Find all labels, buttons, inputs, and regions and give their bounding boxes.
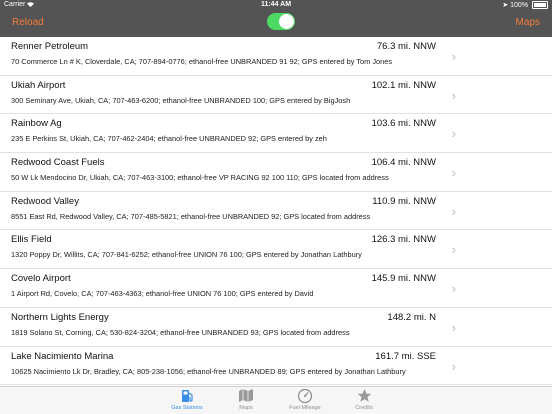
station-distance: 76.3 mi. NNW	[376, 41, 436, 52]
station-row[interactable]: Northern Lights Energy 148.2 mi. N 1819 …	[0, 308, 552, 347]
status-right: ➤ 100%	[502, 1, 548, 10]
station-name: Ellis Field	[11, 234, 52, 246]
location-arrow-icon: ➤	[502, 2, 509, 9]
station-detail: 1819 Solano St, Corning, CA; 530-824-320…	[11, 327, 350, 337]
station-row[interactable]: Renner Petroleum 76.3 mi. NNW 70 Commerc…	[0, 37, 552, 76]
toggle-knob	[279, 14, 294, 29]
tab-credits[interactable]: Credits	[329, 388, 399, 411]
station-row[interactable]: Lake Nacimiento Marina 161.7 mi. SSE 106…	[0, 347, 552, 386]
navigation-bar: Carrier 11:44 AM ➤ 100% Reload Maps	[0, 0, 552, 37]
chevron-right-icon: ›	[451, 165, 456, 181]
station-row[interactable]: Redwood Coast Fuels 106.4 mi. NNW 50 W L…	[0, 153, 552, 192]
station-detail: 1 Airport Rd, Covelo, CA; 707-463-4363; …	[11, 289, 314, 299]
chevron-right-icon: ›	[451, 242, 456, 258]
station-name: Redwood Valley	[11, 195, 79, 207]
star-icon	[329, 388, 399, 404]
chevron-right-icon: ›	[451, 87, 456, 103]
station-distance: 161.7 mi. SSE	[375, 350, 436, 362]
chevron-right-icon: ›	[451, 203, 456, 219]
chevron-right-icon: ›	[451, 319, 456, 335]
station-detail: 235 E Perkins St, Ukiah, CA; 707-462-240…	[11, 134, 327, 144]
maps-button[interactable]: Maps	[516, 17, 540, 28]
station-list: Renner Petroleum 76.3 mi. NNW 70 Commerc…	[0, 37, 552, 386]
chevron-right-icon: ›	[451, 358, 456, 374]
station-name: Rainbow Ag	[11, 118, 62, 130]
station-detail: 70 Commerce Ln # K, Cloverdale, CA; 707-…	[11, 57, 393, 66]
station-name: Northern Lights Energy	[11, 311, 109, 323]
station-row[interactable]: Ellis Field 126.3 mi. NNW 1320 Poppy Dr,…	[0, 230, 552, 270]
station-detail: 8551 East Rd, Redwood Valley, CA; 707-48…	[11, 211, 371, 221]
station-row[interactable]: Redwood Valley 110.9 mi. NNW 8551 East R…	[0, 192, 552, 231]
station-detail: 300 Seminary Ave, Ukiah, CA; 707-463-620…	[11, 95, 351, 105]
station-distance: 148.2 mi. N	[387, 311, 436, 323]
station-distance: 103.6 mi. NNW	[371, 118, 436, 130]
chevron-right-icon: ›	[451, 126, 456, 142]
status-bar: Carrier 11:44 AM ➤ 100%	[0, 0, 552, 10]
battery-label: 100%	[510, 2, 529, 9]
station-name: Redwood Coast Fuels	[11, 157, 105, 169]
station-distance: 145.9 mi. NNW	[371, 273, 436, 285]
station-detail: 10625 Nacimiento Lk Dr, Bradley, CA; 805…	[11, 366, 406, 376]
station-distance: 110.9 mi. NNW	[372, 195, 436, 207]
station-row[interactable]: Covelo Airport 145.9 mi. NNW 1 Airport R…	[0, 269, 552, 308]
station-row[interactable]: Rainbow Ag 103.6 mi. NNW 235 E Perkins S…	[0, 114, 552, 154]
station-name: Covelo Airport	[11, 273, 71, 285]
station-row[interactable]: Ukiah Airport 102.1 mi. NNW 300 Seminary…	[0, 76, 552, 115]
filter-toggle[interactable]	[267, 13, 295, 30]
station-detail: 1320 Poppy Dr, Willits, CA; 707-841-6252…	[11, 250, 362, 260]
station-detail: 50 W Lk Mendocino Dr, Ukiah, CA; 707-463…	[11, 173, 389, 183]
station-name: Renner Petroleum	[11, 41, 89, 52]
station-name: Ukiah Airport	[11, 79, 66, 91]
reload-button[interactable]: Reload	[12, 17, 44, 28]
station-name: Lake Nacimiento Marina	[11, 350, 114, 362]
chevron-right-icon: ›	[451, 49, 456, 64]
status-time: 11:44 AM	[260, 1, 292, 8]
station-distance: 102.1 mi. NNW	[371, 79, 436, 91]
tab-bar: Gas Stations Maps Fuel Mileage Credits	[0, 386, 552, 414]
station-distance: 106.4 mi. NNW	[371, 157, 436, 169]
chevron-right-icon: ›	[451, 281, 456, 297]
tab-label: Credits	[355, 405, 373, 411]
station-distance: 126.3 mi. NNW	[371, 234, 436, 246]
battery-icon	[532, 1, 548, 10]
